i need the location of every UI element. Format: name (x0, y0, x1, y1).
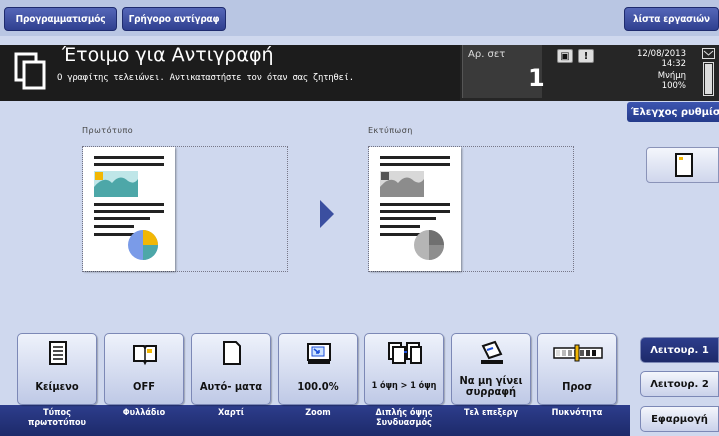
function1-tab[interactable]: Λειτουρ. 1 (640, 337, 719, 363)
original-document (83, 147, 175, 271)
text-doc-icon (49, 341, 67, 365)
booklet-value: OFF (133, 379, 155, 393)
finishing-value: Να μη γίνει συρραφή (459, 374, 523, 398)
function2-tab[interactable]: Λειτουρ. 2 (640, 371, 719, 397)
density-key[interactable]: Προσ (537, 333, 617, 405)
finishing-icon (481, 340, 503, 364)
duplex-icon (388, 342, 422, 364)
original-type-key[interactable]: Κείμενο (17, 333, 97, 405)
finishing-caption: Τελ επεξεργ (463, 408, 518, 418)
output-image-icon (380, 171, 424, 197)
sets-label: Αρ. σετ (468, 49, 506, 60)
status-title: Έτοιμο για Αντιγραφή (62, 44, 274, 66)
output-pie-icon (414, 230, 444, 260)
apply-button[interactable]: Εφαρμογή (640, 406, 719, 432)
original-orientation-button[interactable] (646, 147, 719, 183)
zoom-key[interactable]: 100.0% (278, 333, 358, 405)
status-message: Ο γραφίτης τελειώνει. Αντικαταστήστε τον… (57, 73, 354, 83)
portrait-page-icon (675, 153, 693, 177)
paper-icon (223, 341, 241, 365)
zoom-icon (307, 343, 331, 364)
zoom-value: 100.0% (297, 379, 339, 393)
memory-gauge (703, 62, 714, 96)
date-display: 12/08/2013 (637, 49, 686, 59)
booklet-caption: Φυλλάδιο (122, 408, 166, 418)
output-document (369, 147, 461, 271)
time-display: 14:32 (661, 59, 687, 69)
original-sun-icon (95, 172, 103, 180)
paper-caption: Χαρτί (218, 408, 244, 418)
density-caption: Πυκνότητα (551, 408, 603, 418)
finishing-key[interactable]: Να μη γίνει συρραφή (451, 333, 531, 405)
duplex-value: 1 όψη > 1 όψη (371, 380, 437, 391)
paper-key[interactable]: Αυτό- ματα (191, 333, 271, 405)
booklet-key[interactable]: OFF (104, 333, 184, 405)
output-label: Εκτύπωση (368, 126, 413, 135)
job-list-button[interactable]: λίστα εργασιών (624, 7, 719, 31)
original-pie-icon (128, 230, 158, 260)
copy-icon (14, 52, 46, 90)
memory-gauge-fill (705, 64, 712, 94)
warning-icon[interactable]: ! (578, 49, 594, 63)
original-type-caption: Τύπος πρωτοτύπου (27, 408, 87, 428)
density-value: Προσ (562, 379, 592, 393)
fax-icon (702, 48, 715, 59)
sets-value: 1 (528, 64, 545, 92)
booklet-icon (133, 345, 157, 366)
programming-button[interactable]: Προγραμματισμός (4, 7, 117, 31)
printer-status-icon[interactable]: ▣ (557, 49, 573, 63)
density-icon (553, 344, 603, 362)
memory-label: Μνήμη (657, 71, 686, 81)
original-label: Πρωτότυπο (82, 126, 134, 135)
paper-value: Αυτό- ματα (199, 379, 263, 393)
memory-value: 100% (661, 81, 686, 91)
quick-copy-button[interactable]: Γρήγορο αντίγραφ (122, 7, 226, 31)
check-settings-button[interactable]: Έλεγχος ρυθμίσεων (627, 102, 719, 122)
preview-arrow-icon (320, 200, 334, 228)
duplex-key[interactable]: 1 όψη > 1 όψη (364, 333, 444, 405)
original-type-value: Κείμενο (35, 379, 79, 393)
duplex-caption: Διπλής όψης Συνδυασμός (375, 408, 433, 428)
zoom-caption: Zoom (305, 408, 331, 418)
